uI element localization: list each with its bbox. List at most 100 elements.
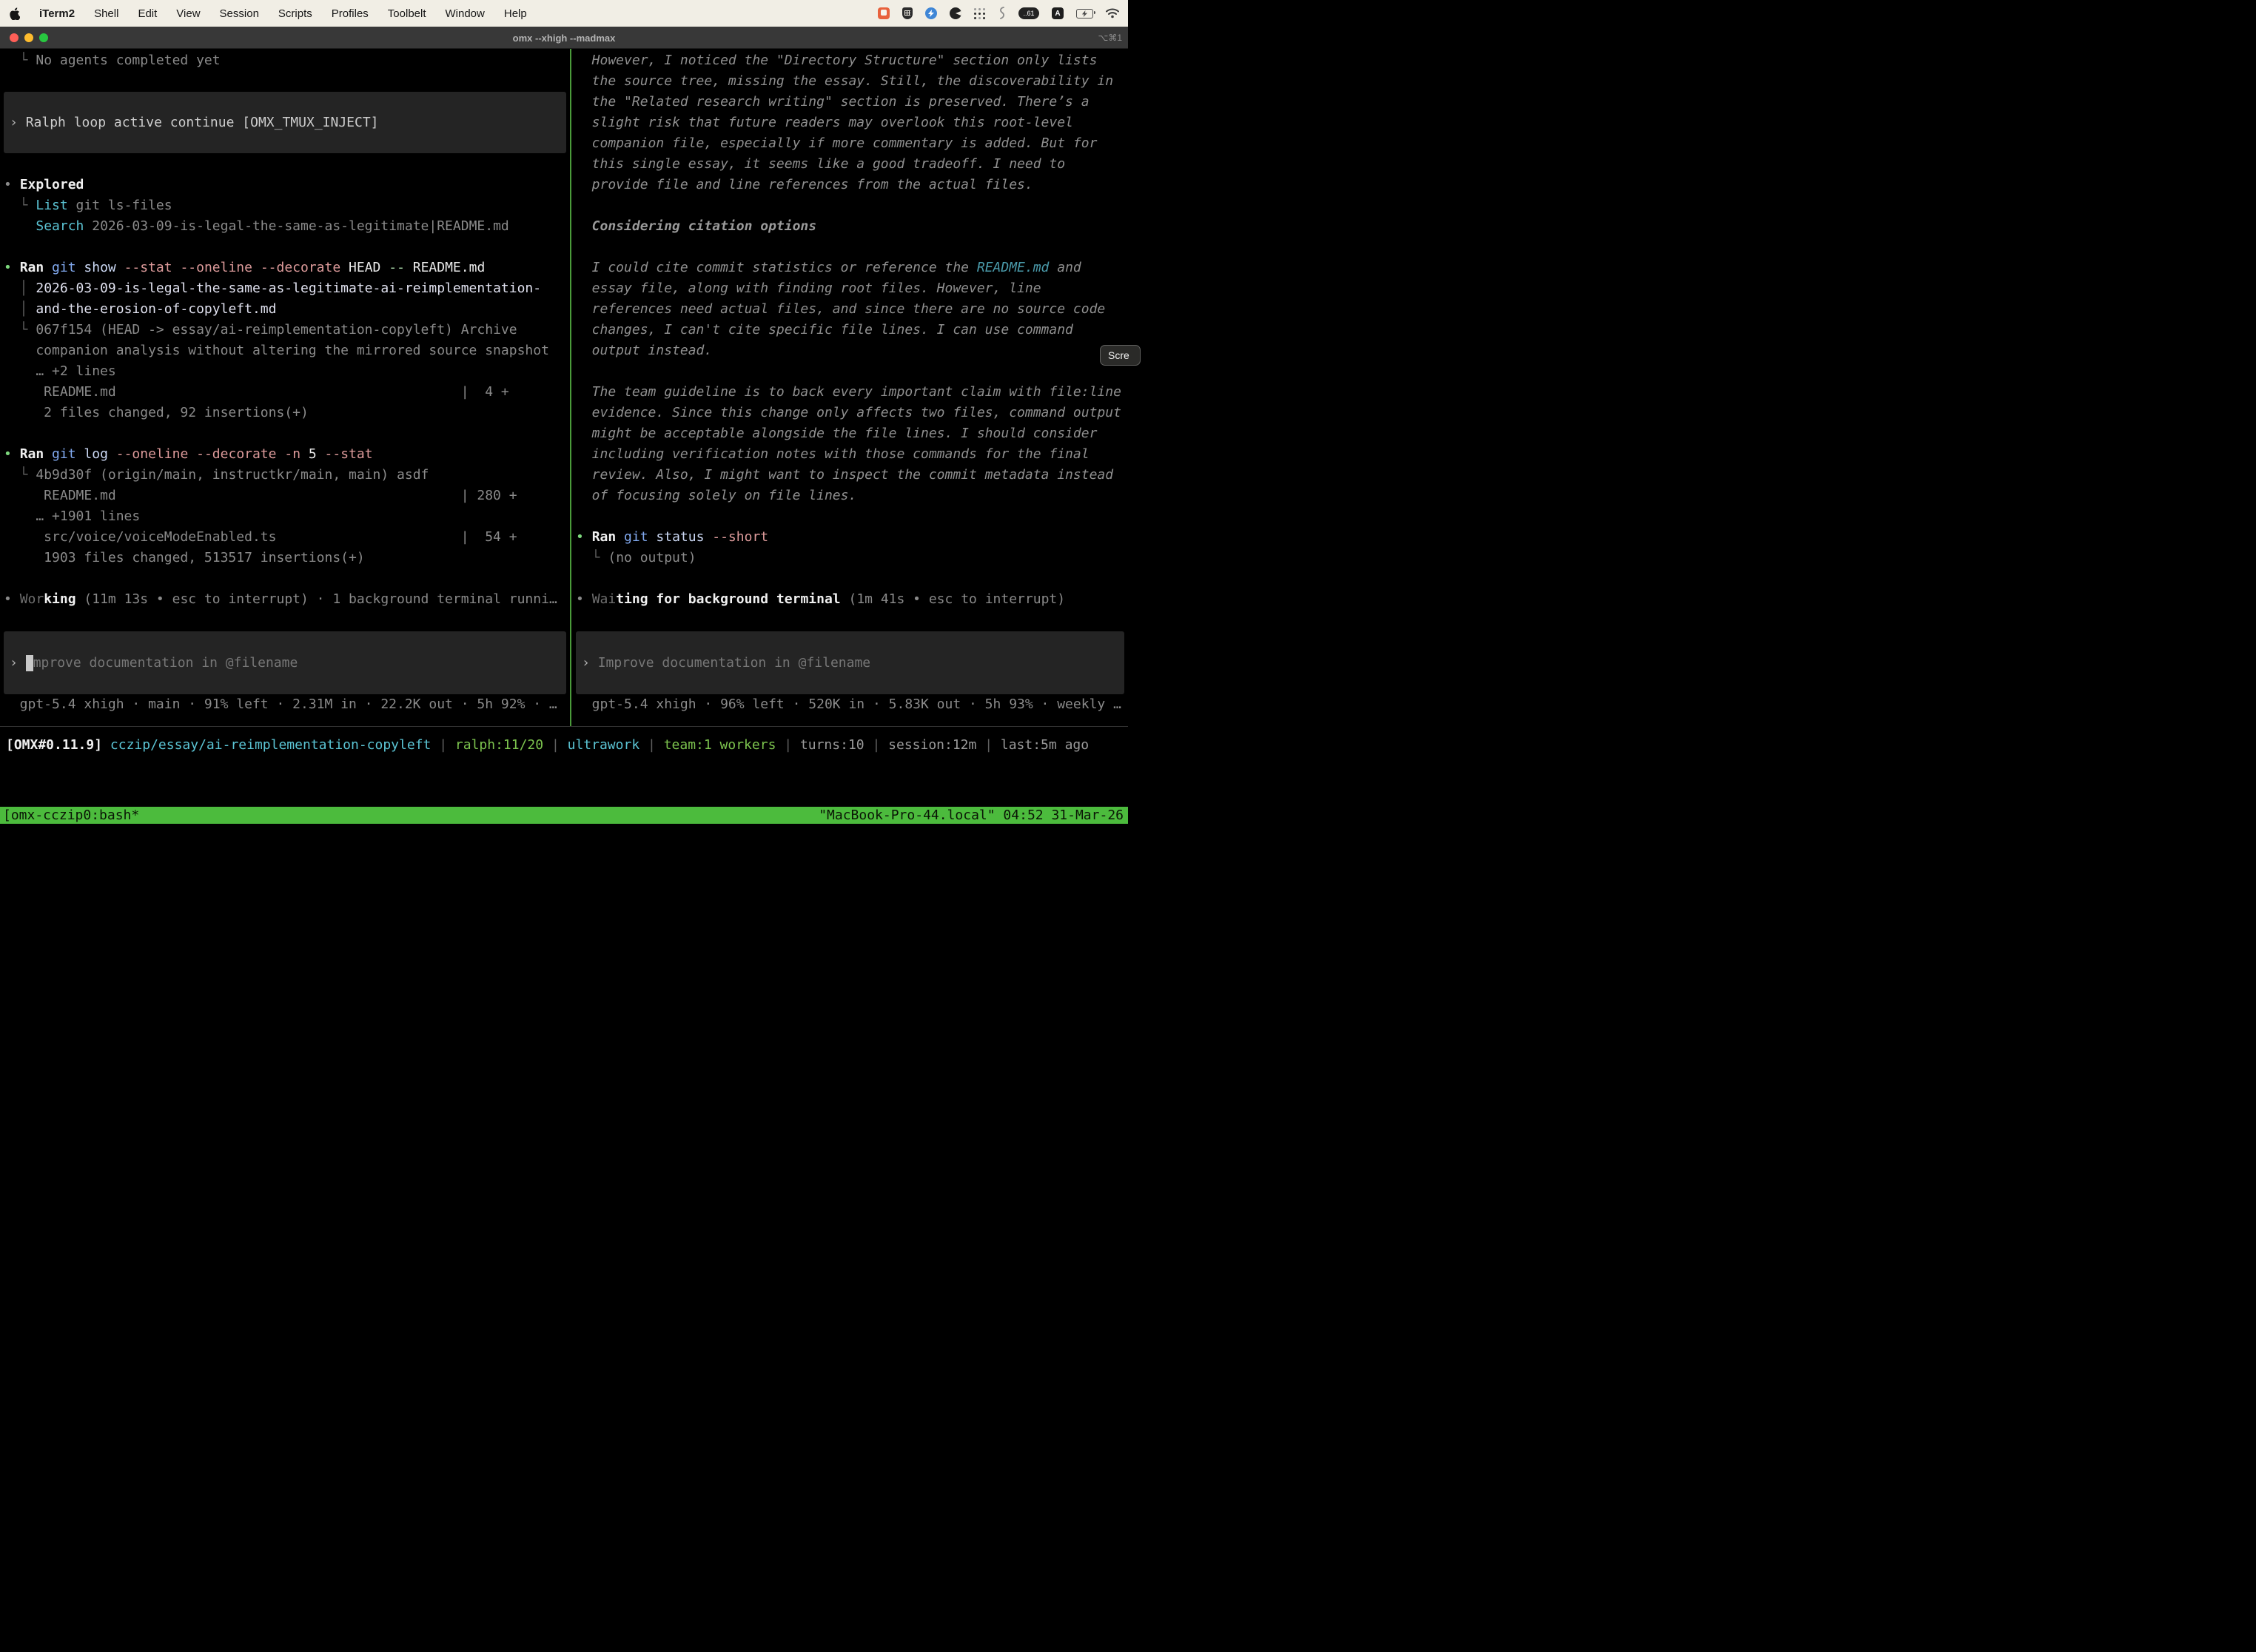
- squiggle-icon[interactable]: [998, 7, 1006, 20]
- left-pane-line: README.md | 4 +: [4, 382, 570, 403]
- text-segment: git ls-files: [68, 198, 172, 213]
- battery-percent-badge[interactable]: ..61: [1018, 7, 1039, 19]
- tmux-host-clock: "MacBook-Pro-44.local" 04:52 31-Mar-26: [819, 807, 1124, 823]
- text-segment: |: [639, 737, 664, 753]
- menu-item-help[interactable]: Help: [504, 7, 527, 20]
- left-pane-prompt-input[interactable]: › Ralph loop active continue [OMX_TMUX_I…: [4, 92, 566, 153]
- terminal-pane-left[interactable]: └ No agents completed yet› Ralph loop ac…: [0, 49, 570, 726]
- text-segment: gpt-5.4 xhigh · 96% left · 520K in · 5.8…: [576, 696, 1121, 712]
- spacer: [4, 423, 570, 444]
- menu-item-edit[interactable]: Edit: [138, 7, 157, 20]
- text-segment: of focusing solely on file lines.: [576, 488, 856, 503]
- text-segment: Considering citation options: [576, 218, 816, 234]
- input-source-icon[interactable]: A: [1052, 7, 1064, 19]
- right-pane-line: provide file and line references from th…: [576, 175, 1128, 195]
- right-pane-line: evidence. Since this change only affects…: [576, 403, 1128, 423]
- text-segment: companion analysis without altering the …: [4, 343, 549, 358]
- text-segment: •: [4, 446, 20, 462]
- text-segment: provide file and line references from th…: [576, 177, 1033, 192]
- text-segment: 4b9d30f (origin/main, instructkr/main, m…: [36, 467, 429, 483]
- screen-tooltip: Scre: [1100, 345, 1141, 366]
- text-segment: (1m 41s • esc to interrupt): [841, 591, 1065, 607]
- shield-icon[interactable]: [902, 7, 913, 19]
- text-segment: Ran: [592, 529, 617, 545]
- text-segment: --oneline: [108, 446, 188, 462]
- right-pane-line: └ (no output): [576, 548, 1128, 568]
- text-segment: └: [4, 198, 36, 213]
- spacer: [576, 506, 1128, 527]
- chat-icon[interactable]: [878, 7, 890, 19]
- text-segment: Search: [36, 218, 84, 234]
- media-icon[interactable]: [950, 7, 961, 19]
- text-segment: Wai: [592, 591, 617, 607]
- menu-item-view[interactable]: View: [176, 7, 200, 20]
- omx-status-bar: [OMX#0.11.9] cczip/essay/ai-reimplementa…: [0, 726, 1128, 763]
- menu-item-iterm2[interactable]: iTerm2: [39, 7, 75, 20]
- text-segment: changes, I can't cite specific file line…: [576, 322, 1073, 338]
- right-pane-prompt-input[interactable]: › Improve documentation in @filename: [576, 631, 1124, 694]
- apple-menu-icon[interactable]: [9, 7, 20, 20]
- menu-item-scripts[interactable]: Scripts: [278, 7, 312, 20]
- right-pane-line: gpt-5.4 xhigh · 96% left · 520K in · 5.8…: [576, 694, 1128, 715]
- right-pane-line: might be acceptable alongside the file l…: [576, 423, 1128, 444]
- text-segment: … +2 lines: [4, 363, 116, 379]
- right-pane-line: • Waiting for background terminal (1m 41…: [576, 589, 1128, 610]
- spacer: [576, 237, 1128, 258]
- right-pane-line: this single essay, it seems like a good …: [576, 154, 1128, 175]
- right-pane-line: the "Related research writing" section i…: [576, 92, 1128, 113]
- window-title-bar[interactable]: omx --xhigh --madmax ⌥⌘1: [0, 27, 1128, 49]
- text-segment: Ran: [20, 446, 44, 462]
- left-pane-line: companion analysis without altering the …: [4, 340, 570, 361]
- text-segment: I could cite commit statistics or refere…: [576, 260, 977, 275]
- menu-item-window[interactable]: Window: [446, 7, 485, 20]
- text-segment: However, I noticed the "Directory Struct…: [576, 53, 1097, 68]
- text-segment: •: [4, 260, 20, 275]
- text-segment: README.md | 280 +: [4, 488, 517, 503]
- battery-icon[interactable]: [1076, 9, 1093, 19]
- text-segment: ting for background terminal: [616, 591, 840, 607]
- text-segment: 2026-03-09-is-legal-the-same-as-legitima…: [84, 218, 508, 234]
- text-segment: mprove documentation in @filename: [33, 655, 298, 671]
- text-segment: •: [576, 529, 592, 545]
- text-segment: last:5m ago: [1001, 737, 1089, 753]
- terminal-pane-right[interactable]: However, I noticed the "Directory Struct…: [571, 49, 1128, 726]
- left-pane-line: Search 2026-03-09-is-legal-the-same-as-l…: [4, 216, 570, 237]
- blue-badge-icon[interactable]: [925, 7, 937, 19]
- menu-item-shell[interactable]: Shell: [94, 7, 118, 20]
- text-segment: git: [624, 529, 648, 545]
- menu-item-profiles[interactable]: Profiles: [332, 7, 369, 20]
- dots-grid-icon[interactable]: [974, 7, 986, 19]
- menu-item-session[interactable]: Session: [220, 7, 259, 20]
- text-segment: session:12m: [888, 737, 976, 753]
- left-pane-prompt-input[interactable]: › mprove documentation in @filename: [4, 631, 566, 694]
- left-pane-line: src/voice/voiceModeEnabled.ts | 54 +: [4, 527, 570, 548]
- right-pane-line: references need actual files, and since …: [576, 299, 1128, 320]
- text-segment: HEAD: [340, 260, 380, 275]
- text-segment: |: [776, 737, 800, 753]
- text-segment: team:1 workers: [664, 737, 776, 753]
- text-segment: |: [976, 737, 1001, 753]
- right-pane-line: review. Also, I might want to inspect th…: [576, 465, 1128, 486]
- text-segment: the source tree, missing the essay. Stil…: [576, 73, 1113, 89]
- spacer: [576, 610, 1128, 631]
- right-pane-line: I could cite commit statistics or refere…: [576, 258, 1128, 278]
- text-segment: cczip/essay/ai-reimplementation-copyleft: [110, 737, 431, 753]
- left-pane-line: • Working (11m 13s • esc to interrupt) ·…: [4, 589, 570, 610]
- text-segment: |: [431, 737, 455, 753]
- menu-items: iTerm2 Shell Edit View Session Scripts Profile…: [39, 7, 527, 20]
- left-pane-line: └ 4b9d30f (origin/main, instructkr/main,…: [4, 465, 570, 486]
- text-segment: log: [76, 446, 108, 462]
- left-pane-line: • Explored: [4, 175, 570, 195]
- text-segment: [44, 446, 52, 462]
- text-segment: │: [4, 301, 36, 317]
- left-pane-line: └ 067f154 (HEAD -> essay/ai-reimplementa…: [4, 320, 570, 340]
- spacer: [4, 237, 570, 258]
- spacer: [4, 568, 570, 589]
- left-pane-line: … +1901 lines: [4, 506, 570, 527]
- text-segment: └: [576, 550, 608, 565]
- menu-item-toolbelt[interactable]: Toolbelt: [388, 7, 426, 20]
- text-segment: 2 files changed, 92 insertions(+): [4, 405, 309, 420]
- right-pane-line: Considering citation options: [576, 216, 1128, 237]
- wifi-icon[interactable]: [1106, 8, 1119, 19]
- left-pane-line: gpt-5.4 xhigh · main · 91% left · 2.31M …: [4, 694, 570, 715]
